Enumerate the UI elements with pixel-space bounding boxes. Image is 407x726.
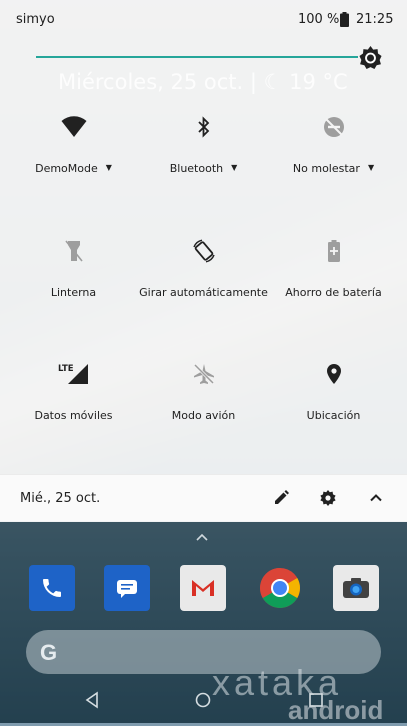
tile-location[interactable]: Ubicación xyxy=(266,361,401,461)
dropdown-arrow-icon[interactable]: ▼ xyxy=(106,163,112,172)
tile-label: Girar automáticamente xyxy=(139,286,268,299)
battery-saver-icon xyxy=(321,238,347,264)
chrome-icon[interactable] xyxy=(257,565,303,611)
footer-date: Mié., 25 oct. xyxy=(20,491,101,506)
tile-mobile-data[interactable]: LTE Datos móviles xyxy=(6,361,141,461)
clock: 21:25 xyxy=(356,12,394,27)
do-not-disturb-icon xyxy=(321,114,347,140)
bluetooth-icon xyxy=(191,114,217,140)
tile-label: Datos móviles xyxy=(34,409,113,422)
lte-text: LTE xyxy=(58,364,74,374)
location-icon xyxy=(321,361,347,387)
tile-flashlight[interactable]: Linterna xyxy=(6,238,141,338)
wifi-icon xyxy=(61,114,87,140)
tile-auto-rotate[interactable]: Girar automáticamente xyxy=(136,238,271,338)
phone-icon[interactable] xyxy=(29,565,75,611)
tile-label: Linterna xyxy=(50,286,97,299)
ghost-date-weather: Miércoles, 25 oct. | ☾ 19 °C xyxy=(58,70,348,94)
gmail-icon[interactable] xyxy=(180,565,226,611)
flashlight-icon xyxy=(61,238,87,264)
app-drawer-arrow-icon[interactable] xyxy=(196,533,208,541)
tile-label: Ubicación xyxy=(306,409,361,422)
brightness-slider[interactable] xyxy=(36,56,358,58)
brightness-icon[interactable] xyxy=(358,45,383,70)
gear-icon[interactable] xyxy=(319,489,337,507)
carrier-name: simyo xyxy=(16,12,55,27)
chevron-up-icon[interactable] xyxy=(367,489,385,507)
tile-wifi[interactable]: DemoMode ▼ xyxy=(6,114,141,214)
auto-rotate-icon xyxy=(191,238,217,264)
battery-icon xyxy=(340,12,349,27)
airplane-mode-icon xyxy=(191,361,217,387)
tile-bluetooth[interactable]: Bluetooth ▼ xyxy=(136,114,271,214)
mobile-data-icon: LTE xyxy=(58,361,90,387)
google-logo: G xyxy=(40,640,58,665)
pencil-icon[interactable] xyxy=(272,489,290,507)
battery-percent: 100 % xyxy=(298,12,340,27)
dropdown-arrow-icon[interactable]: ▼ xyxy=(368,163,374,172)
status-bar: simyo 100 % 21:25 xyxy=(0,0,407,40)
tile-airplane-mode[interactable]: Modo avión xyxy=(136,361,271,461)
tile-label: Bluetooth xyxy=(169,162,224,175)
home-button[interactable] xyxy=(193,690,213,710)
tile-label: DemoMode xyxy=(35,162,98,175)
tile-label: Modo avión xyxy=(171,409,236,422)
dropdown-arrow-icon[interactable]: ▼ xyxy=(231,163,237,172)
messages-icon[interactable] xyxy=(104,565,150,611)
tile-label: Ahorro de batería xyxy=(285,286,382,299)
quick-settings-panel: simyo 100 % 21:25 Miércoles, 25 oct. | ☾… xyxy=(0,0,407,522)
back-button[interactable] xyxy=(82,690,102,710)
tile-do-not-disturb[interactable]: No molestar ▼ xyxy=(266,114,401,214)
tile-label: No molestar xyxy=(292,162,360,175)
watermark-sub: android xyxy=(288,695,384,725)
quick-settings-footer: Mié., 25 oct. xyxy=(0,474,407,522)
camera-icon[interactable] xyxy=(333,565,379,611)
recents-button[interactable] xyxy=(306,690,326,710)
tile-battery-saver[interactable]: Ahorro de batería xyxy=(266,238,401,338)
